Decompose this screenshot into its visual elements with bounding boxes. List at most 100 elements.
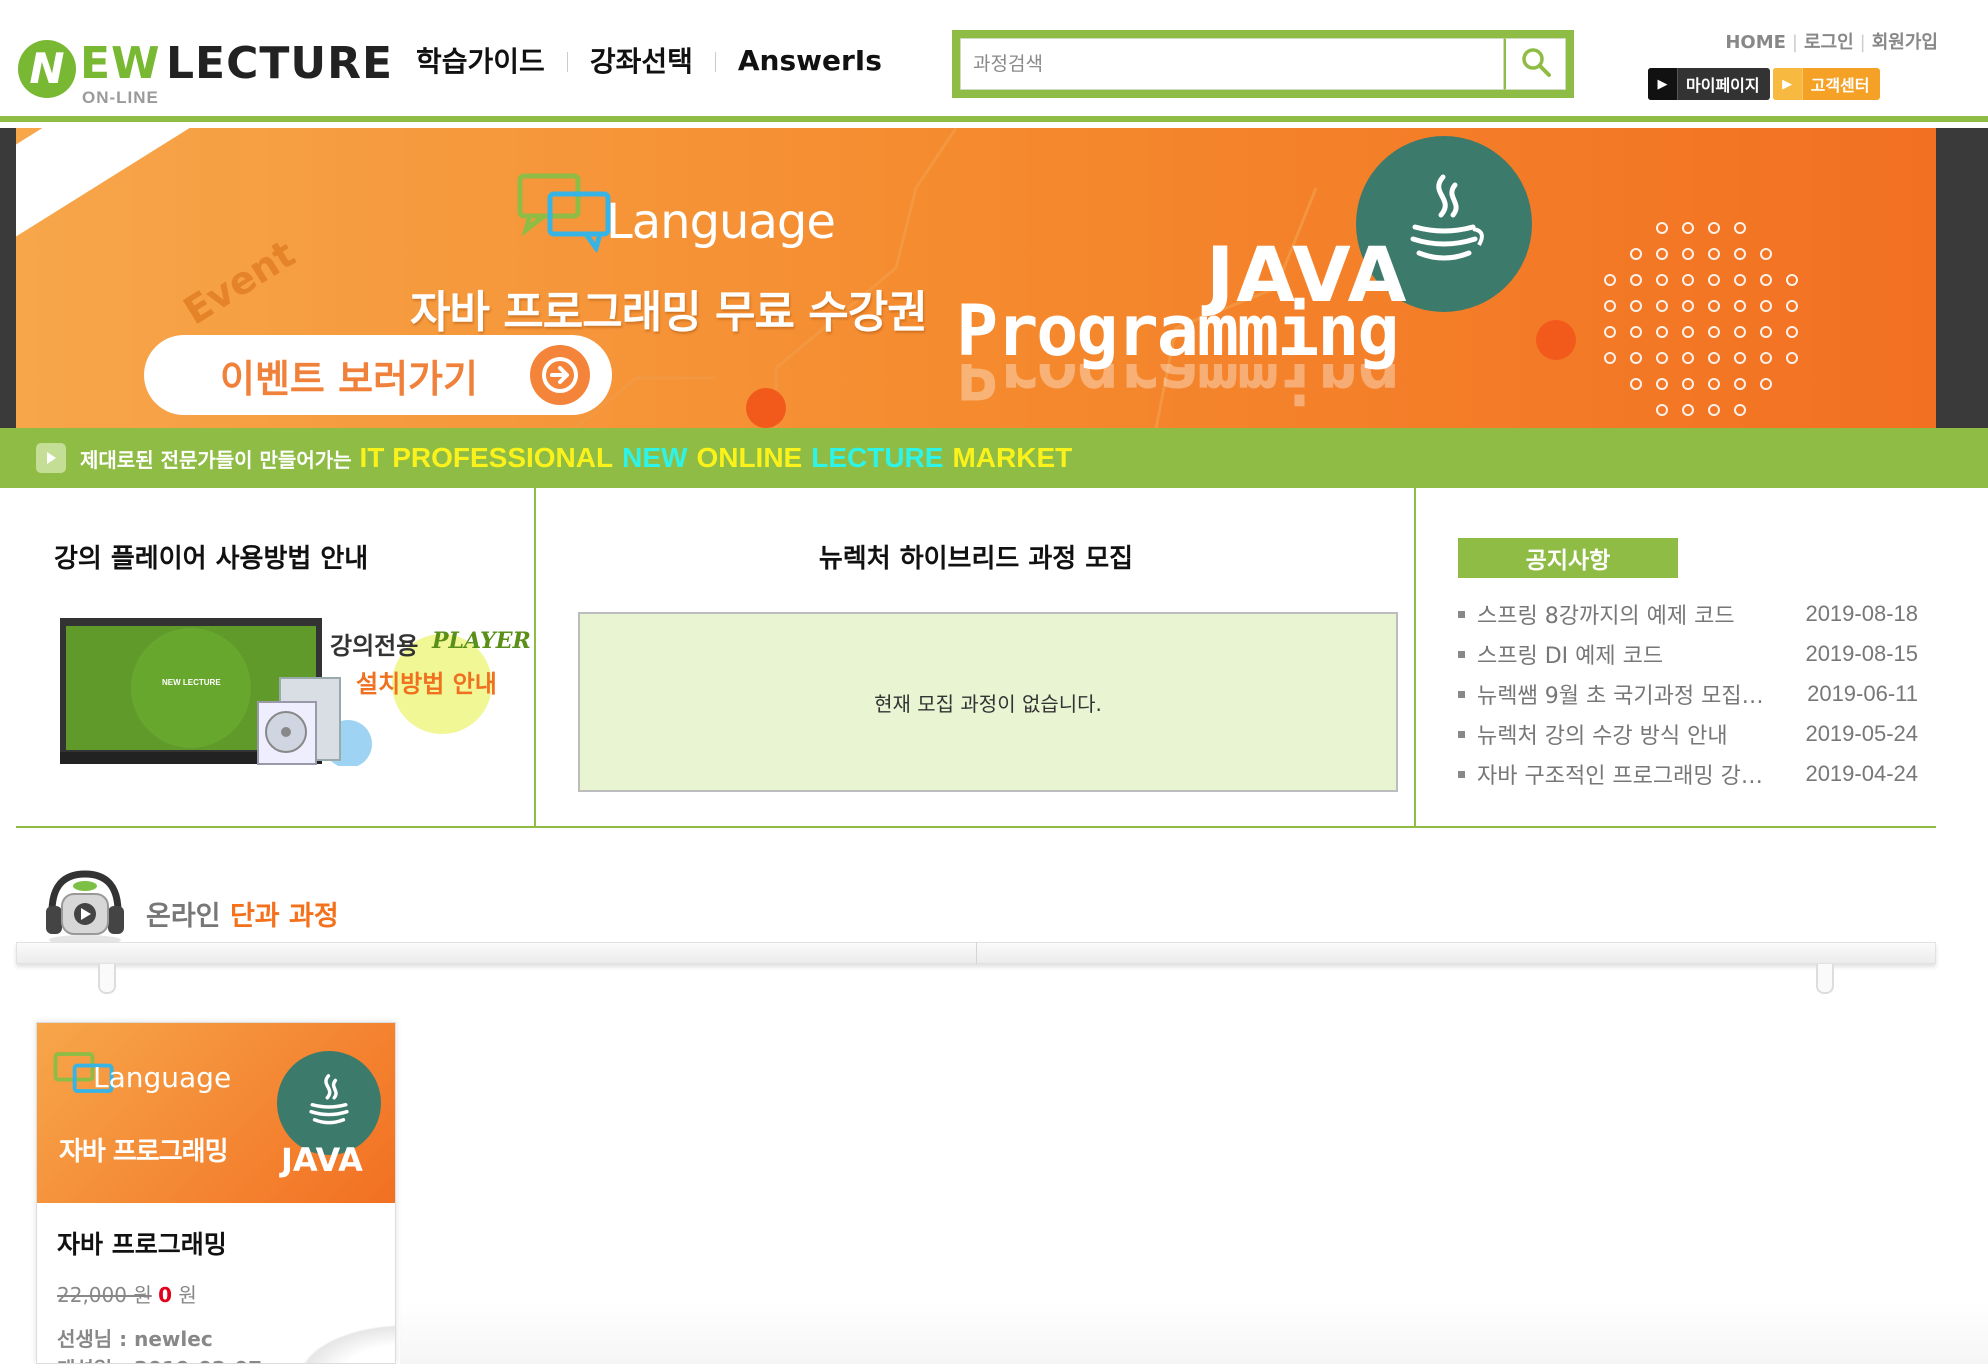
banner-dot (1708, 248, 1720, 260)
notice-item[interactable]: 뉴렉처 강의 수강 방식 안내 2019-05-24 (1458, 714, 1918, 754)
tagline-word: ONLINE (696, 442, 803, 473)
bullet (1458, 770, 1465, 778)
search-button[interactable] (1504, 38, 1566, 90)
nav-answeris[interactable]: AnswerIs (738, 44, 882, 77)
play-arrow-icon: ▶ (1772, 68, 1803, 100)
main-nav: 학습가이드 강좌선택 AnswerIs (416, 40, 882, 80)
nav-divider (714, 52, 716, 72)
thumb-language-text: Language (93, 1061, 232, 1094)
notice-item[interactable]: 자바 구조적인 프로그래밍 강의 예제 2019-04-24 (1458, 754, 1918, 794)
hybrid-recruit-panel: 뉴렉처 하이브리드 과정 모집 현재 모집 과정이 없습니다. (536, 488, 1416, 826)
logo-lecture: LECTURE (166, 38, 394, 89)
signup-link[interactable]: 회원가입 (1872, 32, 1938, 53)
banner-dot (1604, 326, 1616, 338)
screen-logo: NEW LECTURE (162, 678, 221, 687)
support-label: 고객센터 (1810, 76, 1870, 95)
course-title[interactable]: 자바 프로그래밍 (57, 1225, 227, 1261)
banner-dot (1734, 378, 1746, 390)
notice-item-title: 자바 구조적인 프로그래밍 강의 예제 (1477, 764, 1769, 789)
view-event-button[interactable]: 이벤트 보러가기 (144, 335, 612, 415)
tagline-bar: 제대로된 전문가들이 만들어가는 IT PROFESSIONAL NEW ONLIN… (0, 428, 1988, 488)
banner-dot (1734, 222, 1746, 234)
course-shelf (16, 942, 1936, 998)
banner-dot (1708, 378, 1720, 390)
logo-n-mark: N (18, 40, 76, 98)
banner-dot (1708, 300, 1720, 312)
banner-dot (1734, 274, 1746, 286)
banner-dot (1604, 274, 1616, 286)
banner-dot (1734, 248, 1746, 260)
notice-item-date: 2019-08-15 (1805, 641, 1918, 666)
banner-dot (1656, 222, 1668, 234)
site-logo[interactable]: N EW LECTURE ON-LINE (18, 38, 392, 110)
notice-item-date: 2019-04-24 (1805, 761, 1918, 786)
banner-dot (1734, 300, 1746, 312)
course-price: 22,000 원 0 원 (57, 1279, 197, 1308)
play-icon (36, 443, 66, 473)
banner-image: Event Language 자바 프로그래밍 무료 수강권 이벤트 보러가기 … (16, 128, 1936, 428)
shelf-divider (976, 942, 977, 964)
banner-dot (1734, 326, 1746, 338)
banner-dot (1786, 352, 1798, 364)
player-guide-title[interactable]: 강의 플레이어 사용방법 안내 (54, 538, 368, 575)
course-thumbnail: Language 자바 프로그래밍 JAVA (37, 1023, 395, 1203)
home-link[interactable]: HOME (1725, 32, 1786, 53)
tagline-word: IT PROFESSIONAL (359, 442, 614, 473)
notice-item-title: 스프링 8강까지의 예제 코드 (1477, 604, 1735, 629)
programming-reflection: Programming (956, 364, 1398, 414)
tagline-word: NEW (622, 442, 688, 473)
notice-item-title: 뉴렉쌤 9월 초 국기과정 모집 안내 (1477, 684, 1769, 709)
support-button[interactable]: ▶ 고객센터 (1772, 68, 1880, 100)
original-price: 22,000 원 (57, 1283, 152, 1307)
notice-panel: 공지사항 스프링 8강까지의 예제 코드 2019-08-18 스프링 DI 예제… (1416, 488, 1936, 826)
tagline-word: MARKET (952, 442, 1073, 473)
online-course-section-title: 온라인 단과 과정 (146, 894, 339, 933)
language-logo-text: Language (606, 194, 836, 250)
banner-dot (1682, 248, 1694, 260)
banner-dot (1630, 248, 1642, 260)
banner-dot (1760, 248, 1772, 260)
nav-divider (566, 52, 568, 72)
course-open-date: 개설일 : 2019-02-07 (57, 1353, 262, 1363)
player-guide-image[interactable]: NEW LECTURE 강의전용 PLAYER 설치방법 안내 (58, 616, 531, 768)
nav-learning-guide[interactable]: 학습가이드 (416, 40, 545, 80)
banner-dot (1760, 378, 1772, 390)
banner-dot (1760, 326, 1772, 338)
banner-dot (1786, 274, 1798, 286)
notice-title[interactable]: 공지사항 (1458, 538, 1678, 578)
bullet (1458, 690, 1465, 698)
banner-dot (1682, 352, 1694, 364)
banner-dot (1734, 352, 1746, 364)
banner-dot (1656, 378, 1668, 390)
banner-dot (1708, 222, 1720, 234)
banner-dot (1682, 378, 1694, 390)
event-banner[interactable]: Event Language 자바 프로그래밍 무료 수강권 이벤트 보러가기 … (0, 128, 1988, 428)
arrow-right-icon (530, 345, 590, 405)
banner-promo-text: 자바 프로그래밍 무료 수강권 (410, 287, 928, 338)
logo-subtitle: ON-LINE (82, 88, 159, 107)
notice-item-date: 2019-08-18 (1805, 601, 1918, 626)
banner-dot (1604, 300, 1616, 312)
mypage-button[interactable]: ▶ 마이페이지 (1648, 68, 1770, 100)
course-card[interactable]: Language 자바 프로그래밍 JAVA 자바 프로그래밍 22,000 원… (36, 1022, 396, 1364)
shelf-peg (98, 964, 116, 994)
banner-dot (1682, 404, 1694, 416)
banner-dot (1630, 300, 1642, 312)
site-header: N EW LECTURE ON-LINE 학습가이드 강좌선택 AnswerIs… (0, 0, 1988, 122)
notice-item-title: 스프링 DI 예제 코드 (1477, 644, 1664, 669)
notice-item[interactable]: 스프링 8강까지의 예제 코드 2019-08-18 (1458, 594, 1918, 634)
nav-course-select[interactable]: 강좌선택 (590, 40, 693, 80)
player-image-text: PLAYER (432, 628, 531, 654)
banner-dot (1708, 274, 1720, 286)
banner-dot (1656, 248, 1668, 260)
login-link[interactable]: 로그인 (1804, 32, 1854, 53)
notice-item[interactable]: 스프링 DI 예제 코드 2019-08-15 (1458, 634, 1918, 674)
banner-dot (1630, 326, 1642, 338)
banner-dot (1760, 352, 1772, 364)
player-guide-panel: 강의 플레이어 사용방법 안내 NEW LECTURE 강의전용 PLAYER … (16, 488, 536, 826)
recruit-empty-box: 현재 모집 과정이 없습니다. (578, 612, 1398, 792)
notice-item-date: 2019-06-11 (1807, 681, 1918, 706)
utility-links: HOME | 로그인 | 회원가입 (1700, 28, 1938, 54)
notice-item[interactable]: 뉴렉쌤 9월 초 국기과정 모집 안내 2019-06-11 (1458, 674, 1918, 714)
search-input[interactable] (960, 38, 1504, 90)
